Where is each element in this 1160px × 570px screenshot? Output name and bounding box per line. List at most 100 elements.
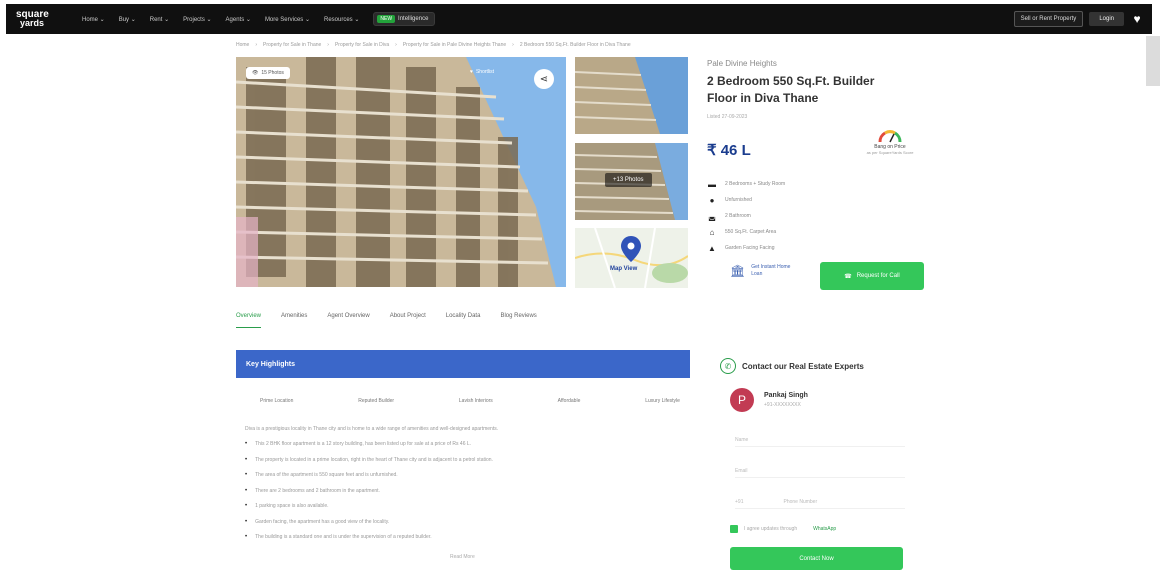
nav-item-more-services[interactable]: More Services ⌄ bbox=[265, 16, 310, 23]
main-nav: Home ⌄ Buy ⌄ Rent ⌄ Projects ⌄ Agents ⌄ … bbox=[82, 12, 436, 26]
tab-agent-overview[interactable]: Agent Overview bbox=[327, 313, 369, 328]
tab-overview[interactable]: Overview bbox=[236, 313, 262, 328]
shortlist-heart-icon[interactable]: ♥ bbox=[1130, 12, 1144, 26]
consent-checkbox[interactable] bbox=[730, 525, 738, 533]
tab-about-project[interactable]: About Project bbox=[390, 313, 426, 328]
more-photos-overlay[interactable]: +13 Photos bbox=[605, 173, 652, 187]
main-property-photo[interactable]: 👁 15 Photos ♥ Shortlist ⋖ bbox=[236, 57, 566, 287]
tab-blog-reviews[interactable]: Blog Reviews bbox=[500, 313, 536, 328]
spec-facing: ▲ Garden Facing Facing bbox=[708, 243, 775, 253]
nav-right-actions: Sell or Rent Property Login ♥ bbox=[1013, 11, 1152, 27]
phone-number-input[interactable]: Phone Number bbox=[783, 499, 817, 505]
email-field[interactable]: Email bbox=[735, 468, 905, 478]
sell-or-rent-button[interactable]: Sell or Rent Property bbox=[1013, 11, 1084, 27]
breadcrumb-thane[interactable]: Property for Sale in Thane bbox=[263, 42, 321, 48]
breadcrumb-project[interactable]: Property for Sale in Pale Divine Heights… bbox=[403, 42, 506, 48]
photo-count-label: 15 Photos bbox=[261, 70, 284, 76]
agent-name: Pankaj Singh bbox=[764, 392, 808, 399]
intelligence-button[interactable]: NEW Intelligence bbox=[373, 12, 436, 26]
home-icon: ⌂ bbox=[709, 227, 715, 237]
tab-locality-data[interactable]: Locality Data bbox=[446, 313, 481, 328]
nav-item-rent[interactable]: Rent ⌄ bbox=[150, 16, 169, 23]
list-item: • The property is located in a prime loca… bbox=[245, 456, 493, 463]
property-price: ₹ 46 L bbox=[707, 142, 751, 159]
key-highlights-header: Key Highlights bbox=[236, 350, 690, 378]
login-button[interactable]: Login bbox=[1089, 12, 1124, 26]
tab-amenities[interactable]: Amenities bbox=[281, 313, 307, 328]
nav-item-home[interactable]: Home ⌄ bbox=[82, 16, 105, 23]
shortlist-button[interactable]: ♥ Shortlist bbox=[470, 69, 494, 75]
thumbnail-photo-1[interactable] bbox=[575, 57, 688, 134]
building-illustration bbox=[236, 57, 566, 287]
scrollbar-edge bbox=[1146, 36, 1160, 86]
consent-row: I agree updates through WhatsApp bbox=[730, 525, 836, 533]
thumbnail-building-1 bbox=[575, 57, 688, 134]
list-item: • There are 2 bedrooms and 2 bathroom in … bbox=[245, 487, 380, 494]
highlight-chips: Prime Location Reputed Builder Lavish In… bbox=[260, 398, 680, 404]
home-loan-label: Get Instant Home Loan bbox=[751, 264, 791, 277]
phone-field[interactable]: +91 Phone Number bbox=[735, 499, 905, 509]
list-item: • 1 parking space is also available. bbox=[245, 503, 329, 509]
contact-header: ✆ Contact our Real Estate Experts bbox=[720, 358, 864, 374]
new-badge: NEW bbox=[377, 15, 396, 23]
list-item: • This 2 BHK floor apartment is a 12 stor… bbox=[245, 441, 472, 447]
home-loan-link[interactable]: 🏛 Get Instant Home Loan bbox=[730, 264, 791, 278]
chip-prime-location: Prime Location bbox=[260, 398, 294, 404]
map-view-label: Map View bbox=[610, 266, 638, 272]
list-item: • The building is a standard one and is u… bbox=[245, 534, 432, 540]
photo-count-badge[interactable]: 👁 15 Photos bbox=[246, 67, 290, 79]
listing-date: Listed 27-09-2023 bbox=[707, 114, 748, 120]
spec-bedrooms: ▬ 2 Bedrooms + Study Room bbox=[708, 179, 786, 189]
price-meter: Bang on Price as per SquareYards Score bbox=[860, 128, 920, 155]
spec-furnishing: ● Unfurnished bbox=[707, 194, 785, 206]
map-view-thumbnail[interactable]: Map View bbox=[575, 228, 688, 288]
country-code[interactable]: +91 bbox=[735, 499, 743, 505]
section-tabs: Overview Amenities Agent Overview About … bbox=[236, 313, 537, 328]
consent-label: I agree updates through bbox=[744, 526, 798, 532]
name-field[interactable]: Name bbox=[735, 437, 905, 447]
breadcrumb-diva[interactable]: Property for Sale in Diva bbox=[335, 42, 389, 48]
nav-item-buy[interactable]: Buy ⌄ bbox=[119, 16, 136, 23]
chip-reputed-builder: Reputed Builder bbox=[358, 398, 395, 404]
property-specs: ▬ 2 Bedrooms + Study Room ● Unfurnished … bbox=[707, 178, 785, 254]
eye-icon: 👁 bbox=[252, 70, 259, 76]
request-call-button[interactable]: ☎ Request for Call bbox=[820, 262, 924, 290]
phone-icon: ✆ bbox=[720, 358, 736, 374]
nav-item-agents[interactable]: Agents ⌄ bbox=[226, 16, 251, 23]
list-item: • Garden facing, the apartment has a good… bbox=[245, 518, 390, 525]
agent-card: P Pankaj Singh +91-XXXXXXXX bbox=[730, 388, 808, 412]
logo-line-2: yards bbox=[20, 18, 45, 28]
nav-item-resources[interactable]: Resources ⌄ bbox=[324, 16, 359, 23]
chip-affordable: Affordable bbox=[557, 398, 581, 404]
lamp-icon: ● bbox=[709, 195, 715, 205]
bed-icon: ▬ bbox=[708, 179, 716, 189]
thumbnail-photo-2[interactable]: +13 Photos bbox=[575, 143, 688, 220]
compass-icon: ▲ bbox=[708, 243, 716, 253]
map-illustration bbox=[575, 228, 688, 288]
chip-lavish-interiors: Lavish Interiors bbox=[458, 398, 493, 404]
breadcrumb-current: 2 Bedroom 550 Sq.Ft. Builder Floor in Di… bbox=[519, 42, 631, 48]
squareyards-logo[interactable]: square yards bbox=[6, 4, 68, 34]
highlights-list: • This 2 BHK floor apartment is a 12 stor… bbox=[245, 441, 685, 550]
agent-phone: +91-XXXXXXXX bbox=[764, 402, 801, 408]
share-icon[interactable]: ⋖ bbox=[534, 69, 554, 89]
chip-luxury-lifestyle: Luxury Lifestyle bbox=[645, 398, 680, 404]
avatar: P bbox=[730, 388, 754, 412]
spec-bathroom: ◛ 2 Bathroom bbox=[708, 211, 751, 221]
contact-now-button[interactable]: Contact Now bbox=[730, 547, 903, 570]
heart-icon: ♥ bbox=[470, 69, 473, 75]
gauge-icon bbox=[878, 130, 902, 143]
request-call-label: Request for Call bbox=[856, 273, 900, 279]
page-title: 2 Bedroom 550 Sq.Ft. Builder Floor in Di… bbox=[707, 74, 875, 105]
read-more-link[interactable]: Read More bbox=[450, 554, 475, 560]
project-name[interactable]: Pale Divine Heights bbox=[707, 59, 777, 68]
spec-area: ⌂ 550 Sq.Ft. Carpet Area bbox=[707, 226, 785, 238]
whatsapp-label: WhatsApp bbox=[813, 526, 837, 532]
intelligence-label: Intelligence bbox=[398, 16, 429, 22]
nav-item-projects[interactable]: Projects ⌄ bbox=[183, 16, 211, 23]
breadcrumb-home[interactable]: Home bbox=[236, 42, 249, 48]
shortlist-label: Shortlist bbox=[475, 69, 495, 75]
breadcrumb: Home › Property for Sale in Thane › Proper… bbox=[236, 42, 631, 48]
highlights-intro: Diva is a prestigious locality in Thane … bbox=[245, 426, 499, 432]
phone-icon: ☎ bbox=[844, 273, 852, 280]
